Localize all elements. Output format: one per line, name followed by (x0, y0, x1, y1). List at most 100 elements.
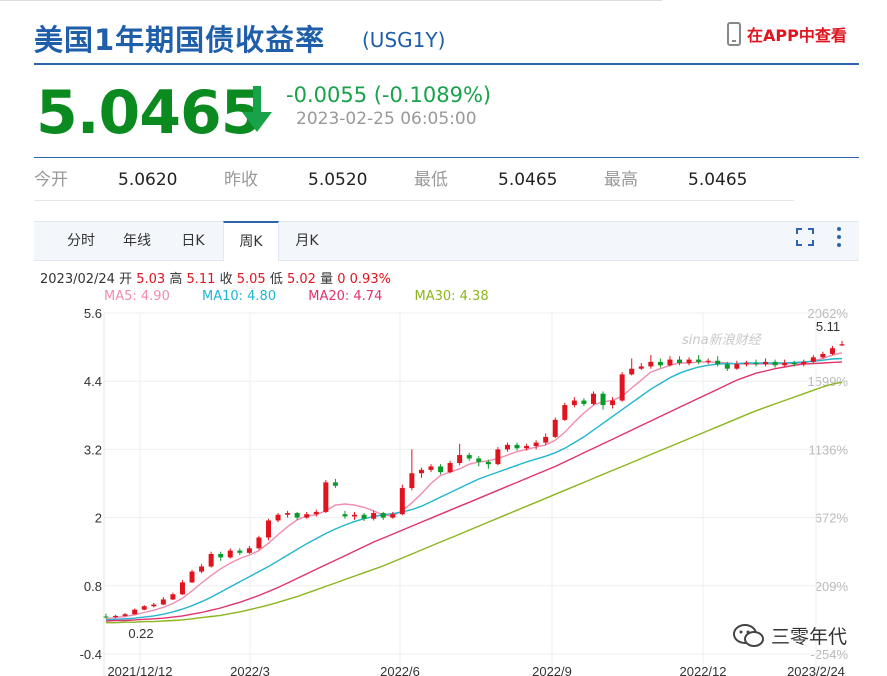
candle-body (485, 461, 491, 465)
candle-body (160, 599, 166, 605)
tab-yearly[interactable]: 年线 (112, 222, 162, 260)
candle-body (791, 363, 797, 365)
candle-body (734, 364, 740, 369)
tab-intraday[interactable]: 分时 (56, 222, 106, 260)
x-tick-label: 2022/9 (532, 664, 572, 676)
candle-body (342, 514, 348, 517)
max-label: 5.11 (816, 319, 840, 334)
brand-watermark-text: 三零年代 (771, 626, 848, 648)
candle-body (313, 511, 319, 515)
x-tick-label: 2022/6 (380, 664, 420, 676)
candle-body (629, 368, 635, 375)
candle-body (543, 436, 549, 443)
candle-body (619, 374, 625, 401)
candle-body (361, 514, 367, 519)
open-in-app-link[interactable]: 在APP中查看 (727, 22, 847, 46)
stat-low: 最低 5.0465 (414, 166, 604, 201)
min-label: 0.22 (128, 626, 153, 641)
phone-icon (727, 22, 741, 46)
header-divider (34, 63, 859, 65)
fullscreen-icon[interactable] (796, 228, 814, 246)
candle-body (552, 419, 558, 437)
candle-body (189, 571, 195, 583)
candle-body (466, 455, 472, 459)
stat-value: 5.0465 (498, 170, 558, 190)
low-value: 5.02 (286, 272, 316, 287)
candle-body (648, 361, 654, 367)
tab-daily-k[interactable]: 日K (168, 222, 218, 260)
candle-body (256, 537, 262, 549)
arrow-down-icon (242, 86, 272, 132)
candle-body (103, 616, 109, 618)
candle-body (275, 514, 281, 521)
candle-body (524, 445, 530, 449)
high-label: 高 (169, 272, 183, 287)
candle-body (696, 359, 702, 362)
candle-body (418, 469, 424, 474)
candle-body (237, 550, 243, 553)
candle-body (600, 393, 606, 406)
tab-monthly-k[interactable]: 月K (282, 222, 332, 260)
candle-body (323, 482, 329, 512)
y-right-tick-label: 209% (815, 579, 849, 594)
candle-body (380, 513, 386, 518)
candle-body (782, 363, 788, 366)
y-tick-label: 4.4 (84, 374, 102, 389)
candle-body (590, 393, 596, 404)
high-value: 5.11 (186, 272, 216, 287)
y-tick-label: 3.2 (84, 442, 102, 457)
candle-body (294, 513, 300, 518)
candle-body (371, 513, 377, 519)
candle-body (571, 400, 577, 406)
candle-body (839, 344, 845, 346)
candle-body (820, 353, 826, 358)
candle-body (829, 348, 835, 354)
tab-weekly-k[interactable]: 周K (223, 221, 279, 261)
y-tick-label: 0.8 (84, 579, 102, 594)
candle-body (179, 582, 185, 595)
candle-body (332, 482, 338, 486)
candle-body (533, 442, 539, 446)
stat-value: 5.0465 (688, 170, 748, 190)
candle-body (810, 357, 816, 362)
y-right-tick-label: 672% (815, 511, 849, 526)
candle-body (705, 360, 711, 362)
y-right-tick-label: 1599% (808, 374, 849, 389)
series-line-ma10 (105, 357, 843, 621)
candle-body (743, 363, 749, 365)
more-options-icon[interactable] (835, 226, 843, 248)
series-line-ma30 (106, 381, 843, 624)
symbol-code: (USG1Y) (362, 28, 446, 52)
candle-body (504, 444, 510, 450)
wechat-icon (733, 623, 764, 647)
stat-label: 最高 (604, 170, 638, 190)
candle-body (610, 400, 616, 406)
candle-body (170, 594, 176, 600)
candle-body (352, 514, 358, 517)
current-price: 5.0465 (36, 78, 263, 148)
candle-body (122, 614, 128, 616)
candle-body (447, 463, 453, 473)
stat-label: 昨收 (224, 170, 258, 190)
candle-body (667, 359, 673, 366)
candle-body (724, 364, 730, 369)
candle-body (562, 405, 568, 420)
candle-body (763, 361, 769, 365)
page-title: 美国1年期国债收益率 (34, 23, 326, 57)
candle-body (399, 488, 405, 515)
candle-body (438, 466, 444, 473)
candle-body (772, 361, 778, 366)
stat-prev-close: 昨收 5.0520 (224, 166, 414, 201)
x-tick-label: 2021/12/12 (107, 664, 172, 676)
brand-watermark: 三零年代 (733, 622, 847, 649)
volume-value: 0 (337, 272, 346, 287)
stat-label: 今开 (34, 170, 68, 190)
candle-body (409, 473, 415, 489)
x-tick-label: 2022/12 (680, 664, 727, 676)
candle-body (208, 553, 214, 567)
y-right-tick-label: 1136% (808, 442, 848, 457)
low-label: 低 (269, 272, 283, 287)
stat-open: 今开 5.0620 (34, 166, 224, 201)
candle-body (715, 360, 721, 365)
sina-watermark: sina新浪财经 (682, 333, 761, 348)
